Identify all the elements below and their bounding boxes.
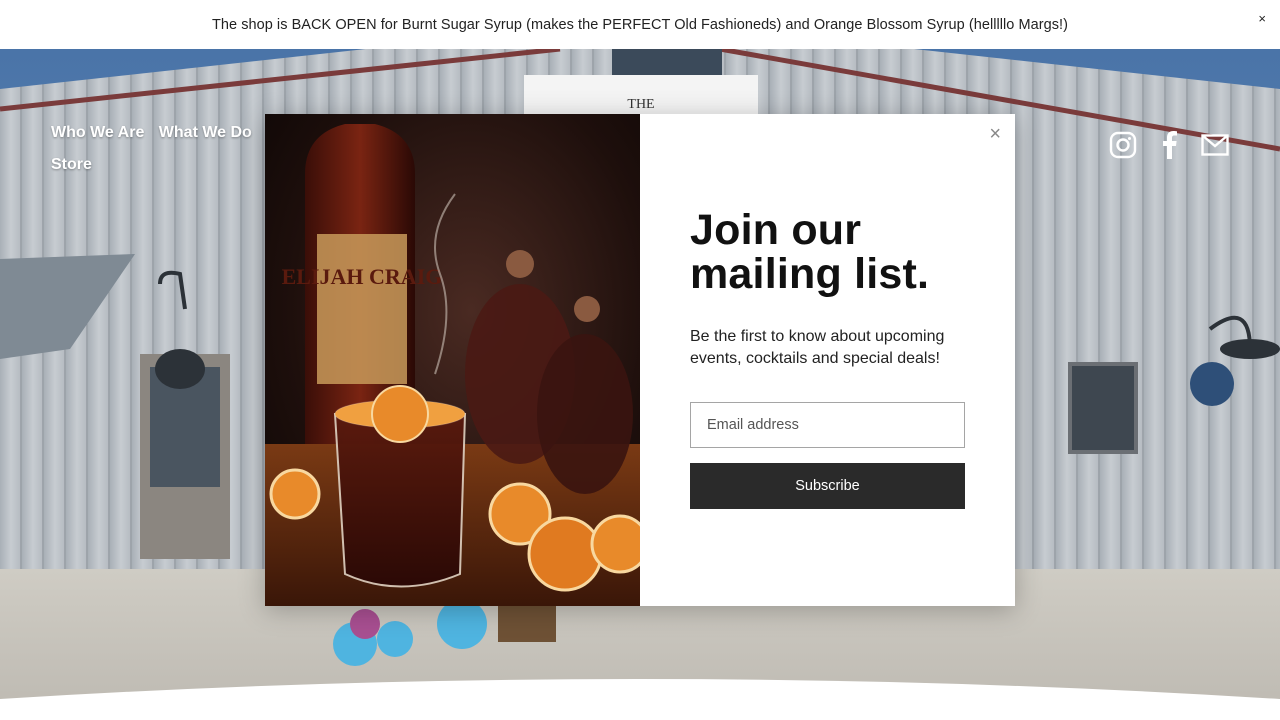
announcement-text: The shop is BACK OPEN for Burnt Sugar Sy… — [212, 16, 1068, 33]
announcement-close-icon[interactable]: × — [1258, 12, 1266, 26]
cocktail-image: ELIJAH CRAIG — [265, 114, 640, 606]
modal-close-icon[interactable]: × — [989, 124, 1001, 144]
modal-description: Be the first to know about upcoming even… — [690, 328, 945, 367]
bottle-label-text: ELIJAH CRAIG — [282, 264, 443, 289]
modal-content: × Join our mailing list. Be the first to… — [640, 114, 1015, 606]
modal-title: Join our mailing list. — [690, 206, 930, 298]
announcement-bar: The shop is BACK OPEN for Burnt Sugar Sy… — [0, 0, 1280, 49]
email-input[interactable] — [690, 402, 965, 448]
subscribe-button[interactable]: Subscribe — [690, 463, 965, 509]
mailing-list-modal: ELIJAH CRAIG × Join our mailing list. Be… — [265, 114, 1015, 606]
cocktail-photo: ELIJAH CRAIG — [265, 114, 640, 606]
